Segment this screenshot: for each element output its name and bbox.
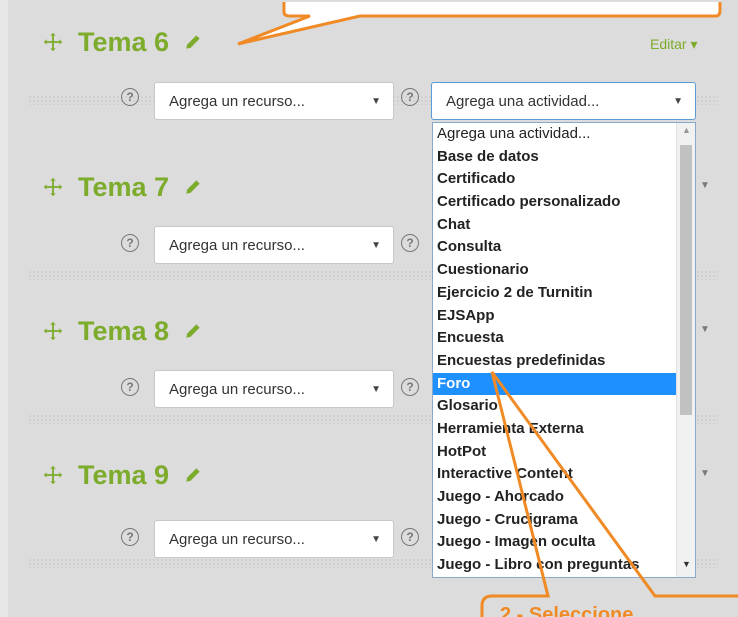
callout-text: 2.- Seleccione bbox=[500, 604, 634, 617]
bottom-callout-arrow bbox=[480, 371, 738, 617]
callout-annotations bbox=[237, 2, 738, 617]
top-callout-box bbox=[237, 2, 722, 46]
